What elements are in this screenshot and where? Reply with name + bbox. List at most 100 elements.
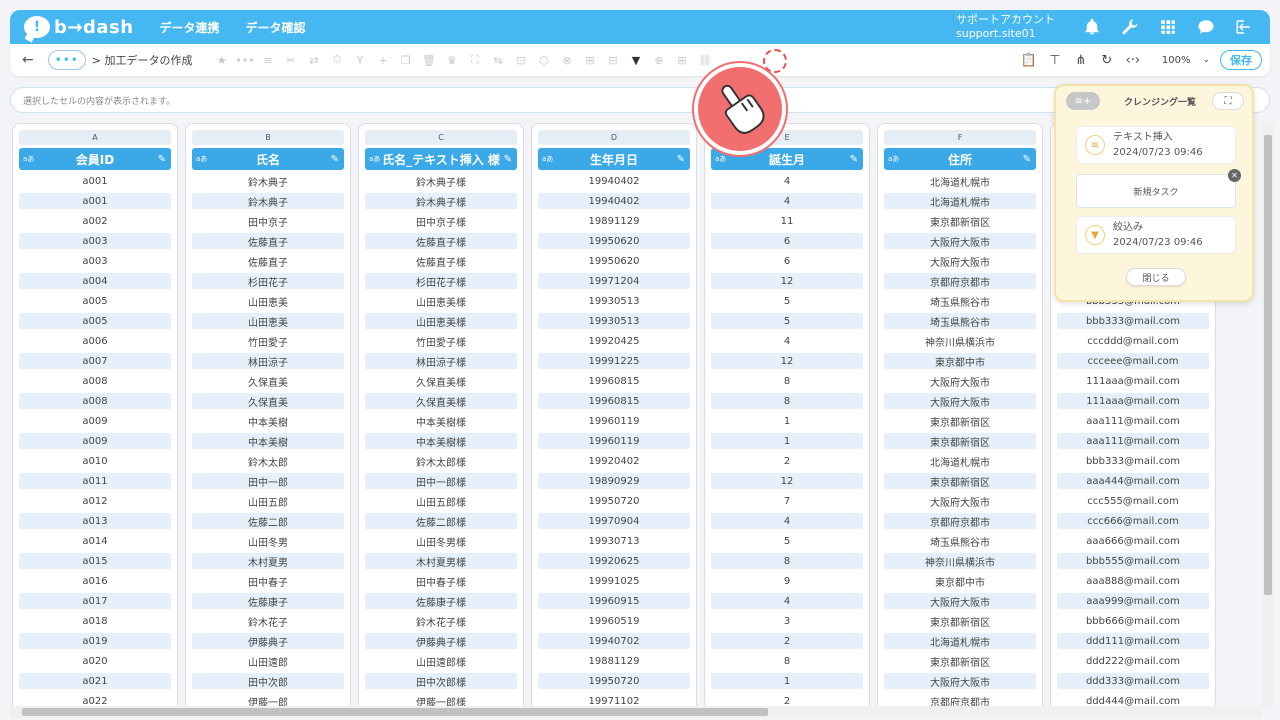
table-cell[interactable]: 東京都新宿区: [884, 613, 1036, 629]
tool-expand-icon[interactable]: ⛶: [463, 50, 486, 70]
table-cell[interactable]: 19940702: [538, 633, 690, 649]
table-cell[interactable]: 山田恵美様: [365, 293, 517, 309]
column-header[interactable]: aあ 生年月日 ✎: [538, 148, 690, 170]
pencil-icon[interactable]: ✎: [677, 154, 685, 165]
table-cell[interactable]: 19940402: [538, 193, 690, 209]
table-cell[interactable]: 中本美樹様: [365, 433, 517, 449]
vertical-scroll-thumb[interactable]: [1264, 135, 1272, 595]
table-cell[interactable]: 9: [711, 573, 863, 589]
table-cell[interactable]: 19940402: [538, 173, 690, 189]
table-cell[interactable]: 8: [711, 653, 863, 669]
table-cell[interactable]: 19960915: [538, 593, 690, 609]
table-cell[interactable]: 19891129: [538, 213, 690, 229]
table-cell[interactable]: 東京都新宿区: [884, 473, 1036, 489]
tool-split-icon[interactable]: ⊟: [601, 50, 624, 70]
table-cell[interactable]: 大阪府大阪市: [884, 393, 1036, 409]
table-cell[interactable]: 山田恵美様: [365, 313, 517, 329]
table-cell[interactable]: 田中京子様: [365, 213, 517, 229]
more-menu-button[interactable]: •••: [47, 50, 86, 70]
table-cell[interactable]: 竹田愛子様: [365, 333, 517, 349]
table-cell[interactable]: 19960519: [538, 613, 690, 629]
table-cell[interactable]: 佐藤康子: [192, 593, 344, 609]
table-cell[interactable]: 19971204: [538, 273, 690, 289]
table-cell[interactable]: 2: [711, 453, 863, 469]
table-cell[interactable]: 19930513: [538, 313, 690, 329]
hierarchy-icon[interactable]: ⊤: [1042, 50, 1068, 70]
table-cell[interactable]: 田中春子: [192, 573, 344, 589]
table-cell[interactable]: a012: [19, 493, 171, 509]
table-cell[interactable]: 佐藤二郎: [192, 513, 344, 529]
table-cell[interactable]: 北海道札幌市: [884, 173, 1036, 189]
tool-delete-icon[interactable]: 🗑: [417, 50, 440, 70]
table-cell[interactable]: 4: [711, 193, 863, 209]
table-cell[interactable]: a005: [19, 293, 171, 309]
table-cell[interactable]: a016: [19, 573, 171, 589]
table-cell[interactable]: 田中次郎様: [365, 673, 517, 689]
table-cell[interactable]: aaa999@mail.com: [1057, 593, 1209, 609]
task-text-insert[interactable]: ≡ テキスト挿入 2024/07/23 09:46: [1076, 126, 1236, 164]
table-cell[interactable]: 1: [711, 433, 863, 449]
table-cell[interactable]: 19960815: [538, 373, 690, 389]
tool-copy-icon[interactable]: ❐: [394, 50, 417, 70]
table-cell[interactable]: 111aaa@mail.com: [1057, 373, 1209, 389]
table-cell[interactable]: 19920425: [538, 333, 690, 349]
filter-icon[interactable]: ▼: [624, 50, 647, 70]
table-cell[interactable]: 北海道札幌市: [884, 633, 1036, 649]
table-cell[interactable]: a009: [19, 433, 171, 449]
table-cell[interactable]: 山田恵美: [192, 293, 344, 309]
table-cell[interactable]: 1: [711, 413, 863, 429]
table-cell[interactable]: 山田遠郎: [192, 653, 344, 669]
column-header[interactable]: aあ 会員ID ✎: [19, 148, 171, 170]
table-cell[interactable]: a002: [19, 213, 171, 229]
table-cell[interactable]: 埼玉県熊谷市: [884, 313, 1036, 329]
table-cell[interactable]: 中本美樹様: [365, 413, 517, 429]
table-cell[interactable]: 4: [711, 173, 863, 189]
table-cell[interactable]: 19960119: [538, 433, 690, 449]
table-cell[interactable]: 大阪府大阪市: [884, 233, 1036, 249]
table-cell[interactable]: 2: [711, 633, 863, 649]
tool-swap-icon[interactable]: ⇆: [486, 50, 509, 70]
table-cell[interactable]: 19881129: [538, 653, 690, 669]
pencil-icon[interactable]: ✎: [331, 154, 339, 165]
tool-cancel-icon[interactable]: ⊗: [555, 50, 578, 70]
table-cell[interactable]: a003: [19, 253, 171, 269]
table-cell[interactable]: 東京都中市: [884, 573, 1036, 589]
table-cell[interactable]: 中本美樹: [192, 413, 344, 429]
tool-text-insert-icon[interactable]: ≡: [256, 50, 279, 70]
table-cell[interactable]: aaa888@mail.com: [1057, 573, 1209, 589]
table-cell[interactable]: 木村夏男様: [365, 553, 517, 569]
table-cell[interactable]: 北海道札幌市: [884, 453, 1036, 469]
table-cell[interactable]: 19950620: [538, 253, 690, 269]
refresh-icon[interactable]: ↻: [1094, 50, 1120, 70]
table-cell[interactable]: bbb333@mail.com: [1057, 313, 1209, 329]
table-cell[interactable]: 19950720: [538, 493, 690, 509]
table-cell[interactable]: 5: [711, 293, 863, 309]
vertical-scrollbar[interactable]: [1262, 123, 1274, 706]
table-cell[interactable]: 山田恵美: [192, 313, 344, 329]
table-cell[interactable]: 19971102: [538, 693, 690, 707]
expand-panel-button[interactable]: ⛶: [1212, 92, 1244, 110]
table-cell[interactable]: a021: [19, 673, 171, 689]
table-cell[interactable]: 鈴木花子: [192, 613, 344, 629]
tool-hex-icon[interactable]: ⬡: [532, 50, 555, 70]
table-cell[interactable]: ddd333@mail.com: [1057, 673, 1209, 689]
tool-link-icon[interactable]: ⛓: [693, 50, 716, 70]
add-cleansing-button[interactable]: ≡+: [1066, 92, 1100, 110]
table-cell[interactable]: 19950620: [538, 233, 690, 249]
table-cell[interactable]: 佐藤直子: [192, 253, 344, 269]
table-cell[interactable]: 久保直美様: [365, 393, 517, 409]
new-task-card[interactable]: 新規タスク ✕: [1076, 169, 1241, 208]
table-cell[interactable]: a006: [19, 333, 171, 349]
table-cell[interactable]: 埼玉県熊谷市: [884, 293, 1036, 309]
table-cell[interactable]: 林田涼子様: [365, 353, 517, 369]
table-cell[interactable]: 19920402: [538, 453, 690, 469]
table-cell[interactable]: ccceee@mail.com: [1057, 353, 1209, 369]
table-cell[interactable]: 大阪府大阪市: [884, 373, 1036, 389]
table-cell[interactable]: 4: [711, 593, 863, 609]
table-cell[interactable]: a015: [19, 553, 171, 569]
tool-table-icon[interactable]: ⊞: [578, 50, 601, 70]
table-cell[interactable]: a011: [19, 473, 171, 489]
table-cell[interactable]: 山田冬男: [192, 533, 344, 549]
table-cell[interactable]: 久保直美: [192, 373, 344, 389]
column-letter[interactable]: A: [19, 130, 171, 145]
